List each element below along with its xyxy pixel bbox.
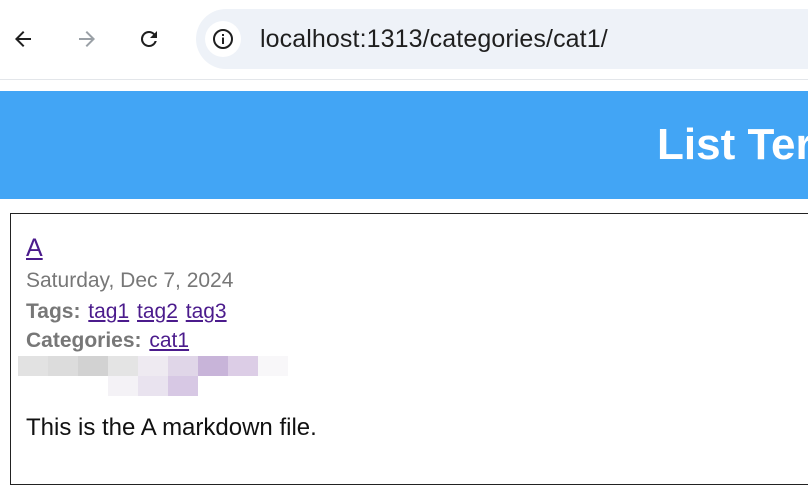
forward-button[interactable]: [67, 19, 107, 59]
post-categories: Categories: cat1: [26, 328, 189, 354]
url-text[interactable]: localhost:1313/categories/cat1/: [260, 24, 608, 54]
tag-link[interactable]: tag2: [137, 300, 178, 323]
category-link[interactable]: cat1: [149, 329, 189, 352]
back-button[interactable]: [3, 19, 43, 59]
post-title-link[interactable]: A: [26, 233, 43, 263]
reload-icon: [140, 30, 157, 47]
post-body: This is the A markdown file.: [26, 414, 317, 441]
tags-label: Tags:: [26, 300, 81, 323]
arrow-left-icon: [15, 31, 31, 47]
site-info-button[interactable]: [205, 21, 241, 57]
arrow-right-icon: [79, 31, 95, 47]
post-date: Saturday, Dec 7, 2024: [26, 269, 234, 292]
page-header: List Ter: [0, 91, 808, 199]
tag-link[interactable]: tag1: [88, 300, 129, 323]
categories-label: Categories:: [26, 329, 142, 352]
browser-toolbar: localhost:1313/categories/cat1/: [0, 0, 808, 80]
pixelated-image: [18, 356, 288, 396]
tag-link[interactable]: tag3: [186, 300, 227, 323]
info-circle-icon: [213, 29, 233, 49]
reload-button[interactable]: [129, 19, 169, 59]
address-bar[interactable]: localhost:1313/categories/cat1/: [196, 9, 808, 69]
post-tags: Tags: tag1 tag2 tag3: [26, 299, 227, 325]
post-card: A Saturday, Dec 7, 2024 Tags: tag1 tag2 …: [10, 213, 808, 485]
page-title: List Ter: [657, 120, 808, 169]
